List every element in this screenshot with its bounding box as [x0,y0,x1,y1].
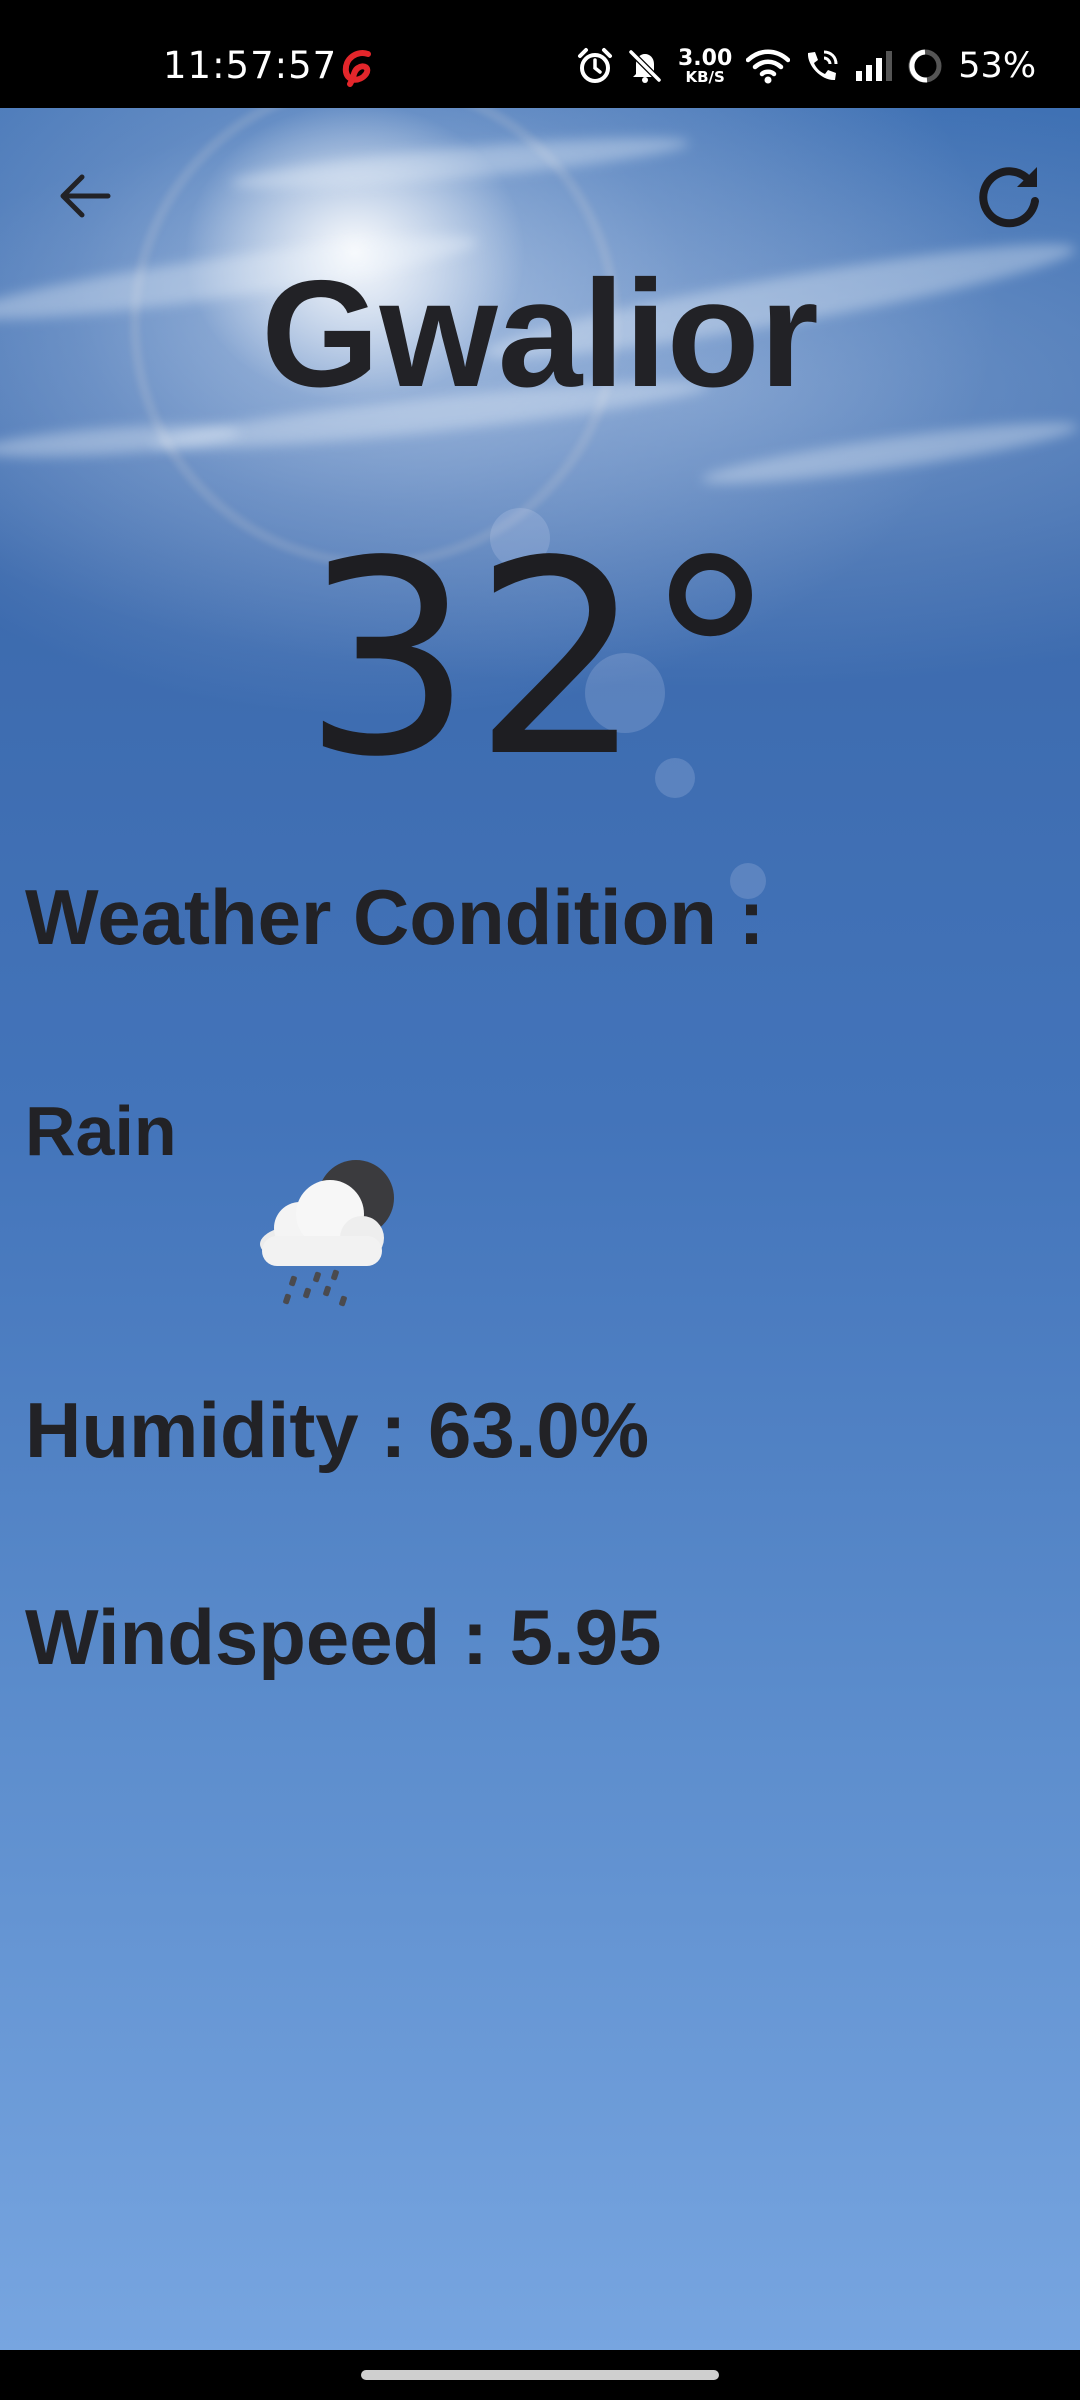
net-speed-value: 3.00 [678,45,733,71]
humidity-text: Humidity : 63.0% [25,1386,650,1474]
navigation-bar [0,2350,1080,2400]
city-name: Gwalior [261,249,819,419]
refresh-icon [979,167,1039,228]
back-button[interactable] [48,160,120,232]
battery-percent: 53% [958,46,1037,86]
mute-icon [626,47,664,85]
net-speed-unit: KB/S [685,67,725,86]
status-icons: 3.00 KB/S 53% [576,44,1036,88]
home-indicator[interactable] [361,2370,719,2380]
weather-condition-label: Weather Condition : [25,873,765,961]
wifi-calling-icon [802,47,842,85]
temperature: 32° [302,504,778,816]
status-time: 11:57:57 [163,44,338,87]
status-bar: 11:57:57 3.00 KB/S 53% [0,0,1080,108]
net-speed: 3.00 KB/S [678,45,733,86]
refresh-button[interactable] [972,158,1048,234]
signal-icon [854,49,894,83]
alarm-icon [576,47,614,85]
windspeed-text: Windspeed : 5.95 [25,1593,662,1681]
weather-condition-value: Rain [25,1092,177,1170]
wifi-icon [746,48,791,84]
battery-icon [906,47,944,85]
airtel-icon [338,48,378,88]
cloud-rain-moon-icon [240,1158,410,1318]
weather-screen: Gwalior 32° Weather Condition : Rain Hum… [0,108,1080,2350]
arrow-left-icon [60,174,111,218]
